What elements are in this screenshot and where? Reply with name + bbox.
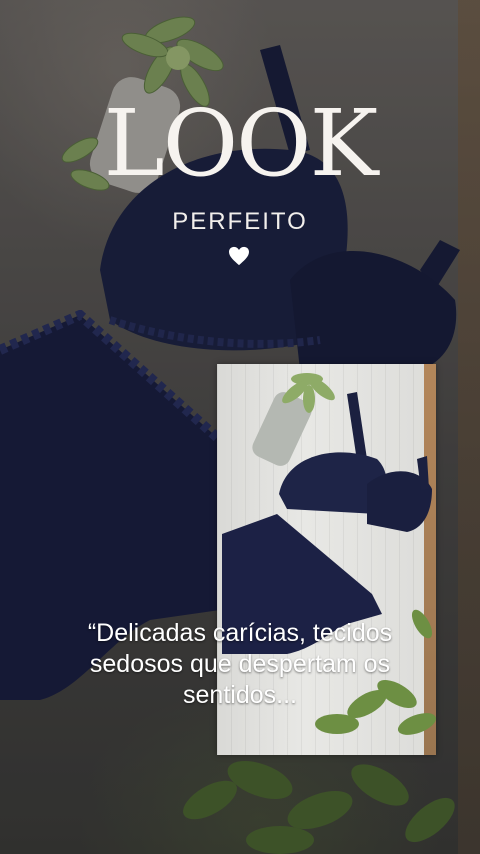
caption-line-3: sentidos... bbox=[183, 681, 297, 709]
caption-text: “Delicadas carícias, tecidos sedosos que… bbox=[30, 618, 450, 711]
heart-icon bbox=[229, 246, 249, 266]
caption-line-2: sedosos que despertam os bbox=[89, 650, 391, 678]
perfeito-subtitle: PERFEITO bbox=[172, 208, 308, 235]
caption-line-1: “Delicadas carícias, tecidos bbox=[87, 619, 393, 647]
look-title: LOOK bbox=[103, 90, 379, 197]
